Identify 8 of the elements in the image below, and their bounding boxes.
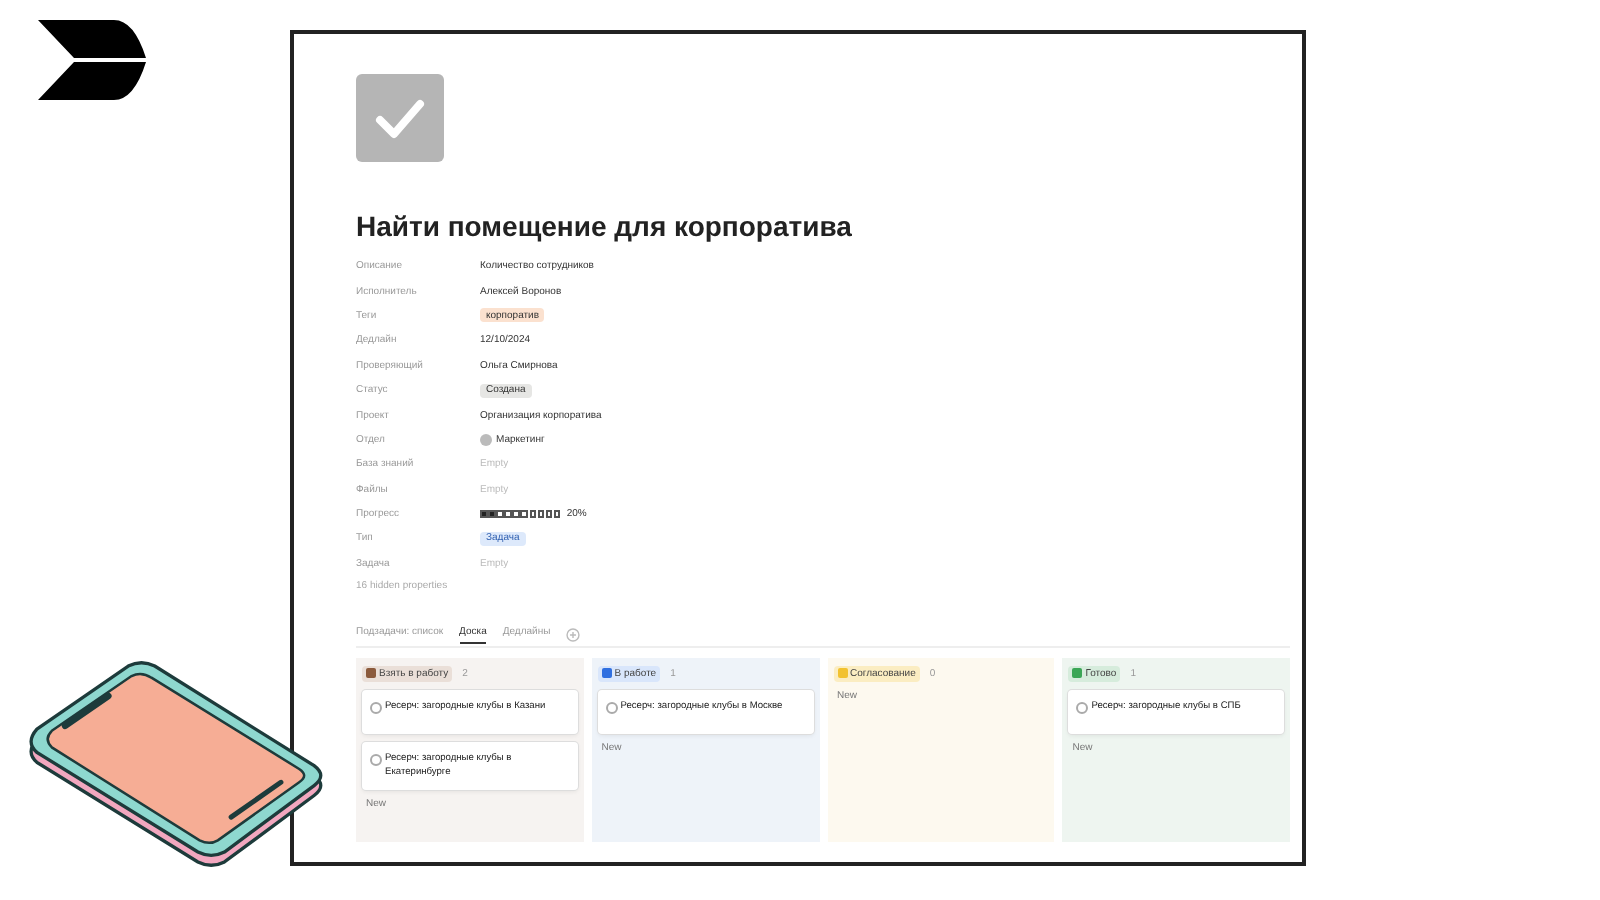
checkbox[interactable] xyxy=(605,702,618,715)
circle-icon xyxy=(480,433,492,446)
checkbox[interactable] xyxy=(1076,702,1089,715)
checkbox[interactable] xyxy=(370,702,382,715)
add-icon[interactable] xyxy=(566,628,581,643)
checkmark-icon xyxy=(356,74,444,162)
checkbox[interactable] xyxy=(370,754,382,767)
page-title: Найти помещение для корпоратива xyxy=(356,210,854,242)
